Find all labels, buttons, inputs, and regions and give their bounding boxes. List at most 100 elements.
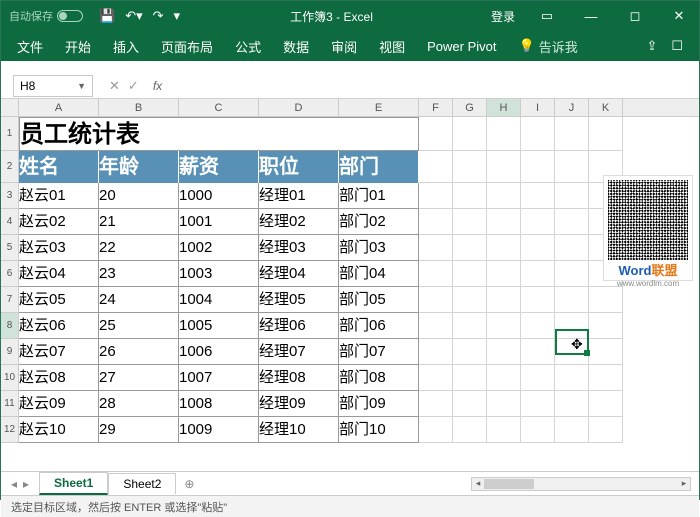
cell[interactable] [487, 339, 521, 365]
cell[interactable]: 29 [99, 417, 179, 443]
sheet-tab[interactable]: Sheet2 [108, 473, 176, 494]
cell[interactable] [555, 287, 589, 313]
maximize-icon[interactable]: ◻ [615, 1, 655, 31]
cell[interactable] [521, 235, 555, 261]
cell[interactable] [419, 287, 453, 313]
undo-icon[interactable]: ↶▾ [125, 8, 142, 24]
cell[interactable]: 22 [99, 235, 179, 261]
cell[interactable]: 经理07 [259, 339, 339, 365]
row-header[interactable]: 3 [1, 183, 19, 209]
cell[interactable]: 1001 [179, 209, 259, 235]
col-header[interactable]: C [179, 99, 259, 116]
cell[interactable] [487, 261, 521, 287]
cell[interactable] [487, 391, 521, 417]
cell[interactable] [555, 209, 589, 235]
cell[interactable] [419, 183, 453, 209]
cell[interactable] [487, 365, 521, 391]
cell[interactable] [419, 365, 453, 391]
cancel-formula-icon[interactable]: ✕ [109, 78, 120, 94]
cell[interactable]: 赵云03 [19, 235, 99, 261]
cell[interactable] [589, 117, 623, 151]
cell[interactable] [419, 151, 453, 183]
cell[interactable]: 27 [99, 365, 179, 391]
col-header[interactable]: E [339, 99, 419, 116]
cell[interactable] [453, 417, 487, 443]
cell[interactable] [555, 183, 589, 209]
cell[interactable] [453, 183, 487, 209]
name-box[interactable]: H8▼ [13, 75, 93, 97]
redo-icon[interactable]: ↷ [153, 8, 164, 24]
cell[interactable]: 1006 [179, 339, 259, 365]
add-sheet-icon[interactable]: ⊕ [176, 474, 202, 494]
chevron-down-icon[interactable]: ▼ [77, 81, 86, 91]
cell[interactable]: 1008 [179, 391, 259, 417]
cell[interactable] [487, 117, 521, 151]
cell[interactable] [487, 183, 521, 209]
cell[interactable]: 20 [99, 183, 179, 209]
cell[interactable] [589, 313, 623, 339]
col-header[interactable]: I [521, 99, 555, 116]
cell[interactable] [453, 117, 487, 151]
cell[interactable] [555, 151, 589, 183]
cell[interactable]: 赵云01 [19, 183, 99, 209]
tab-powerpivot[interactable]: Power Pivot [417, 35, 506, 58]
cell[interactable] [487, 235, 521, 261]
cell[interactable]: 部门02 [339, 209, 419, 235]
save-icon[interactable]: 💾 [99, 8, 115, 24]
table-header[interactable]: 年龄 [99, 151, 179, 183]
comments-icon[interactable]: ☐ [671, 38, 683, 54]
cell[interactable]: 部门03 [339, 235, 419, 261]
cell[interactable] [521, 339, 555, 365]
cell[interactable]: 1004 [179, 287, 259, 313]
cell[interactable]: 经理02 [259, 209, 339, 235]
cell[interactable] [521, 151, 555, 183]
tell-me[interactable]: 💡告诉我 [509, 33, 588, 60]
table-header[interactable]: 部门 [339, 151, 419, 183]
cell[interactable]: 赵云04 [19, 261, 99, 287]
sheet-tab[interactable]: Sheet1 [39, 472, 108, 495]
tab-formulas[interactable]: 公式 [225, 33, 271, 60]
col-header[interactable]: B [99, 99, 179, 116]
cell[interactable]: 经理05 [259, 287, 339, 313]
cell[interactable] [521, 417, 555, 443]
col-header[interactable]: A [19, 99, 99, 116]
row-header[interactable]: 4 [1, 209, 19, 235]
cell[interactable] [521, 313, 555, 339]
cell[interactable] [453, 261, 487, 287]
cell[interactable] [453, 209, 487, 235]
col-header[interactable]: G [453, 99, 487, 116]
fx-icon[interactable]: fx [153, 79, 162, 93]
tab-file[interactable]: 文件 [7, 33, 53, 60]
sheet-prev-icon[interactable]: ◂ [11, 477, 17, 491]
cell[interactable] [555, 391, 589, 417]
worksheet[interactable]: A B C D E F G H I J K 1员工统计表2姓名年龄薪资职位部门3… [1, 99, 699, 471]
row-header[interactable]: 1 [1, 117, 19, 151]
tab-review[interactable]: 审阅 [321, 33, 367, 60]
cell[interactable]: 21 [99, 209, 179, 235]
cell[interactable] [555, 417, 589, 443]
cell[interactable]: 1002 [179, 235, 259, 261]
cell[interactable] [521, 365, 555, 391]
cell[interactable]: 部门07 [339, 339, 419, 365]
cell[interactable]: 赵云07 [19, 339, 99, 365]
cell[interactable] [589, 339, 623, 365]
cell[interactable] [521, 209, 555, 235]
cell[interactable] [589, 287, 623, 313]
row-header[interactable]: 11 [1, 391, 19, 417]
cell[interactable]: 部门10 [339, 417, 419, 443]
cell[interactable]: 赵云09 [19, 391, 99, 417]
cell[interactable] [555, 117, 589, 151]
cell[interactable]: 部门08 [339, 365, 419, 391]
cell[interactable] [453, 235, 487, 261]
row-header[interactable]: 10 [1, 365, 19, 391]
cell[interactable] [453, 151, 487, 183]
cell[interactable]: 部门06 [339, 313, 419, 339]
cell[interactable]: 经理03 [259, 235, 339, 261]
cell[interactable]: 经理08 [259, 365, 339, 391]
cell[interactable]: 部门05 [339, 287, 419, 313]
tab-layout[interactable]: 页面布局 [151, 33, 223, 60]
cell[interactable] [419, 313, 453, 339]
cell[interactable] [419, 339, 453, 365]
cell[interactable]: 28 [99, 391, 179, 417]
row-header[interactable]: 6 [1, 261, 19, 287]
